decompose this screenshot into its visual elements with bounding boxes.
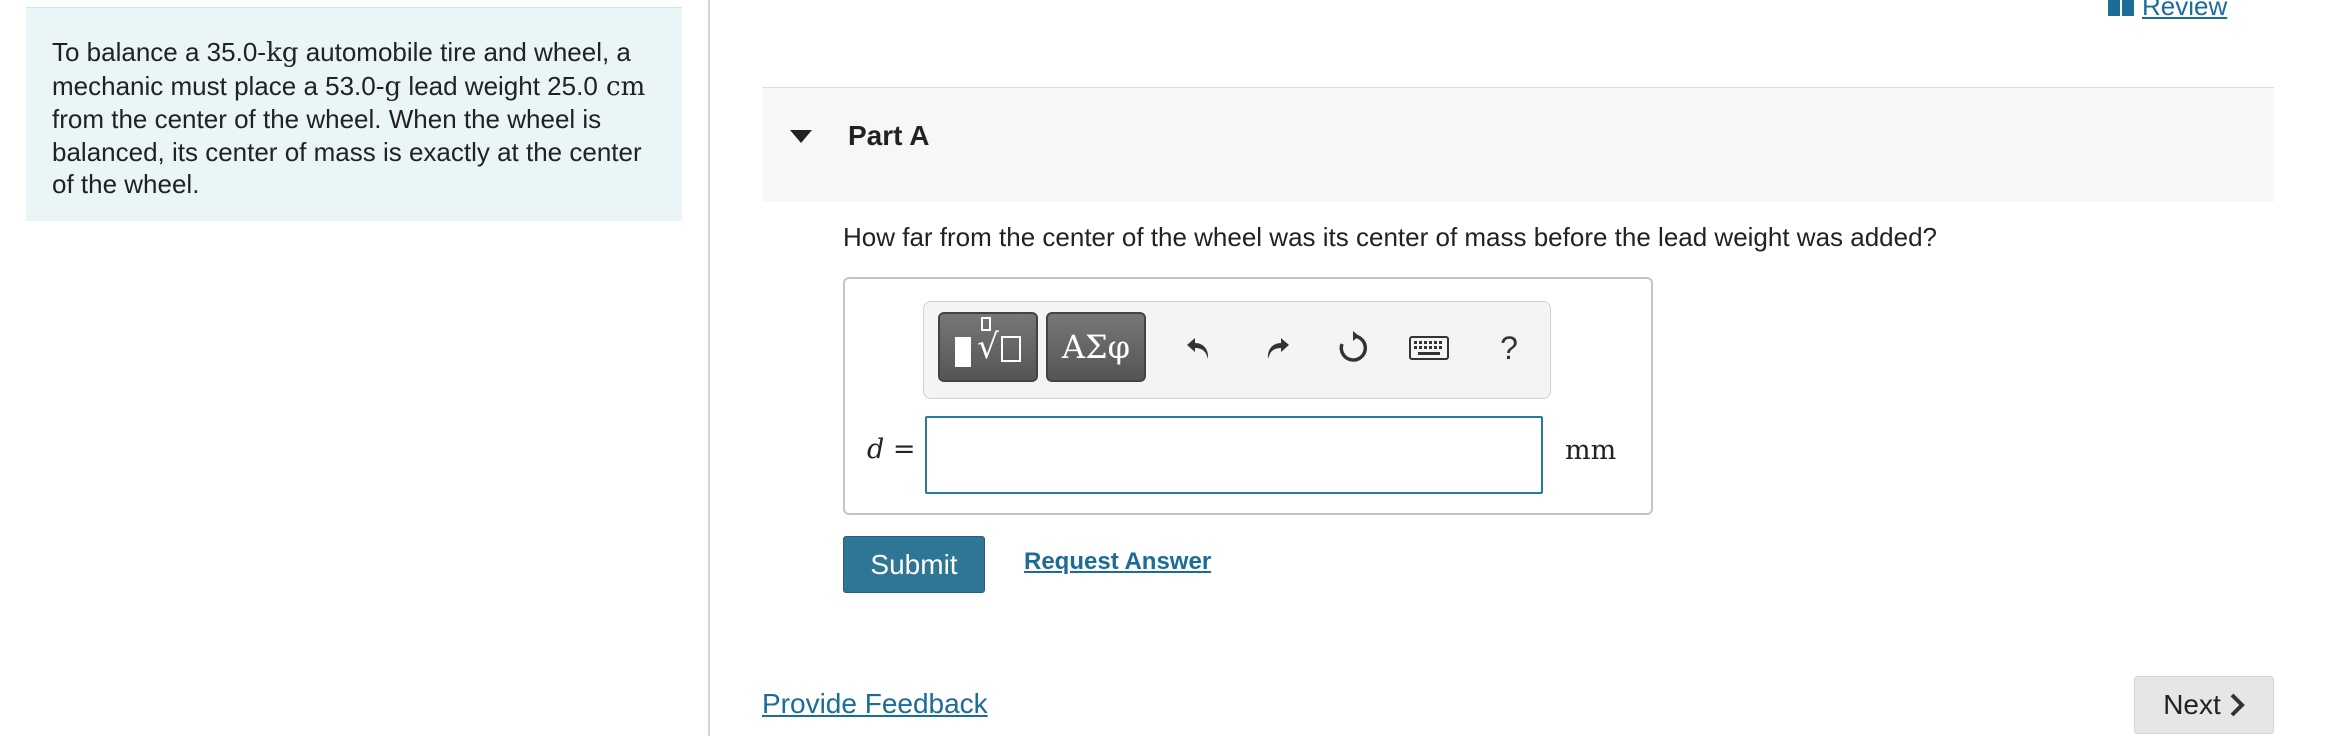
problem-text-4: from the center of the wheel. When the w… [52, 104, 642, 199]
redo-button[interactable] [1252, 322, 1302, 374]
equals-sign: = [884, 434, 916, 465]
answer-box: √ ΑΣφ ? d = mm [843, 277, 1653, 515]
part-title: Part A [848, 120, 930, 151]
weight-value: 53.0 [325, 70, 376, 101]
undo-icon [1187, 338, 1209, 359]
variable-label: d = [867, 434, 916, 465]
answer-input[interactable] [925, 416, 1543, 494]
distance-unit: cm [597, 71, 646, 102]
math-toolbar: √ ΑΣφ ? [923, 301, 1551, 399]
mass-unit: -kg [257, 38, 299, 68]
next-button[interactable]: Next [2134, 676, 2274, 734]
weight-unit: -g [375, 71, 402, 102]
question-text: How far from the center of the wheel was… [843, 222, 1938, 252]
problem-text-3: lead weight [401, 70, 548, 101]
chevron-right-icon [2230, 693, 2245, 717]
review-label: Review [2142, 0, 2228, 21]
pane-divider [708, 0, 710, 736]
help-button[interactable]: ? [1484, 322, 1534, 374]
submit-button[interactable]: Submit [843, 536, 985, 593]
greek-letters-button[interactable]: ΑΣφ [1046, 312, 1146, 382]
mass-value: 35.0 [206, 37, 258, 67]
templates-icon: √ [955, 317, 1021, 367]
keyboard-icon [1409, 336, 1449, 360]
book-icon [2108, 0, 2134, 16]
distance-value: 25.0 [547, 70, 598, 101]
problem-text-1: To balance a [52, 37, 207, 67]
caret-down-icon[interactable] [790, 130, 812, 143]
greek-letters-icon: ΑΣφ [1061, 328, 1131, 366]
review-link[interactable]: Review [2108, 0, 2227, 21]
help-icon: ? [1500, 329, 1518, 366]
keyboard-button[interactable] [1404, 322, 1454, 374]
request-answer-link[interactable]: Request Answer [1024, 548, 1211, 576]
provide-feedback-link[interactable]: Provide Feedback [762, 688, 988, 720]
variable-name: d [867, 434, 885, 465]
undo-button[interactable] [1174, 322, 1224, 374]
reset-icon [1339, 331, 1368, 362]
reset-button[interactable] [1328, 322, 1378, 374]
unit-label: mm [1565, 435, 1617, 466]
problem-statement: To balance a 35.0-kg automobile tire and… [26, 7, 682, 221]
templates-button[interactable]: √ [938, 312, 1038, 382]
next-label: Next [2163, 689, 2221, 720]
redo-icon [1267, 338, 1289, 359]
part-a-header[interactable]: Part A [762, 87, 2274, 202]
